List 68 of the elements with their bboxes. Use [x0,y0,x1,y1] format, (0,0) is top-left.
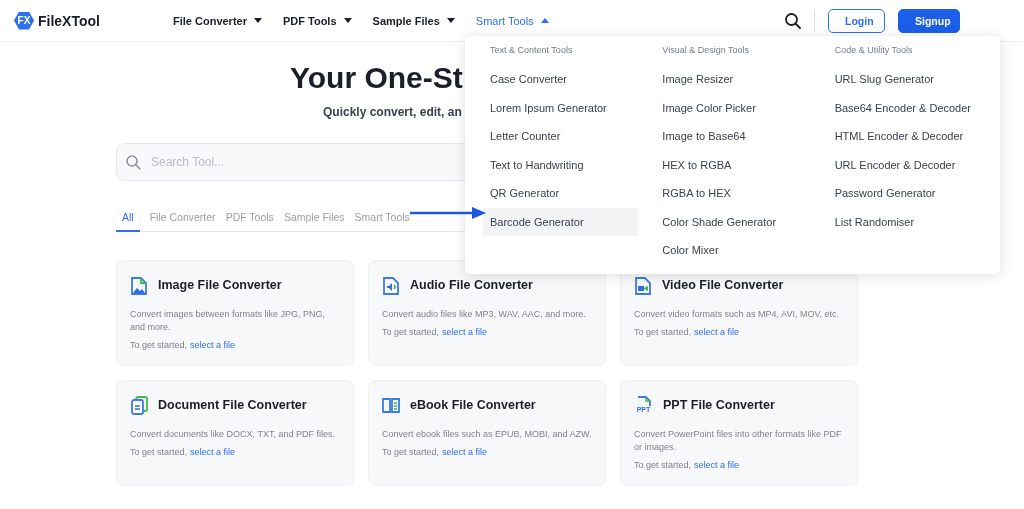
menu-item[interactable]: List Randomiser [827,207,983,236]
file-icon [130,395,148,415]
search-icon[interactable] [785,12,801,29]
card-prompt: To get started, [634,460,692,470]
menu-item[interactable]: URL Encoder & Decoder [827,150,983,179]
card-prompt: To get started, [634,327,692,337]
card-prompt: To get started, [382,447,440,457]
tool-card[interactable]: eBook File Converter Convert ebook files such as EPUB, MOBI, and AZW. To get started, select a file [368,380,606,486]
card-title: eBook File Converter [410,398,536,412]
select-file-link[interactable]: select a file [694,460,740,470]
select-file-link[interactable]: select a file [694,327,740,337]
menu-item[interactable]: Barcode Generator [483,207,638,236]
file-icon [382,275,400,295]
card-description: Convert audio files like MP3, WAV, AAC, and more. [382,308,587,321]
caret-icon [540,18,549,23]
card-title: Document File Converter [158,398,307,412]
menu-item[interactable]: Base64 Encoder & Decoder [827,93,983,122]
caret-icon [446,18,455,23]
login-button[interactable]: Login [828,8,885,33]
menu-item[interactable]: Text to Handwriting [483,150,638,179]
menu-item[interactable]: Image Color Picker [655,93,811,122]
tool-card[interactable]: Image File Converter Convert images between formats like JPG, PNG, and more. To get started, select a file [116,260,354,366]
card-description: Convert images between formats like JPG, PNG, and more. [130,308,327,334]
menu-heading: Text & Content Tools [489,45,574,57]
select-file-link[interactable]: select a file [190,340,236,350]
card-prompt: To get started, [130,340,188,350]
tool-card[interactable]: Audio File Converter Convert audio files like MP3, WAV, AAC, and more. To get started, select a file [368,260,606,366]
file-icon [130,275,148,295]
nav-link[interactable]: Sample Files [372,14,455,27]
file-icon [634,275,652,295]
card-title: PPT File Converter [663,398,775,412]
select-file-link[interactable]: select a file [442,447,488,457]
menu-heading: Code & Utility Tools [833,45,914,57]
nav-link[interactable]: File Converter [173,14,262,27]
menu-item[interactable]: Password Generator [827,179,983,208]
search-icon [126,155,141,170]
select-file-link[interactable]: select a file [190,447,236,457]
menu-item[interactable]: Color Shade Generator [655,207,811,236]
card-description: Convert PowerPoint files into other formats like PDF or images. [634,428,843,454]
menu-item[interactable]: URL Slug Generator [827,65,983,94]
logo-badge[interactable]: FX [14,11,34,30]
filter-tab[interactable]: All [116,211,140,232]
menu-item[interactable]: Case Converter [483,65,638,94]
select-file-link[interactable]: select a file [442,327,488,337]
hero-subtitle: Quickly convert, edit, an [323,104,462,120]
card-prompt: To get started, [382,327,440,337]
nav-link[interactable]: Smart Tools [475,14,549,27]
book-icon [382,395,400,415]
menu-heading: Visual & Design Tools [661,45,751,57]
menu-item[interactable]: RGBA to HEX [655,179,811,208]
card-description: Convert documents like DOCX, TXT, and PDF files. [130,428,336,441]
card-title: Image File Converter [158,278,282,292]
tool-card[interactable]: Document File Converter Convert documents like DOCX, TXT, and PDF files. To get started, select a file [116,380,354,486]
card-title: Audio File Converter [410,278,533,292]
menu-item[interactable]: Lorem Ipsum Generator [483,93,638,122]
nav-link[interactable]: PDF Tools [282,14,352,27]
card-prompt: To get started, [130,447,188,457]
hero-title: Your One-St [290,60,463,96]
card-description: Convert video formats such as MP4, AVI, MOV, etc. [634,308,841,321]
menu-item[interactable]: Image Resizer [655,65,811,94]
signup-button[interactable]: Signup [898,8,960,33]
card-title: Video File Converter [662,278,784,292]
card-description: Convert ebook files such as EPUB, MOBI, and AZW. [382,428,592,441]
caret-icon [343,18,352,23]
logo-text[interactable]: FileXTool [38,12,100,29]
menu-item[interactable]: QR Generator [483,179,638,208]
menu-item[interactable]: HTML Encoder & Decoder [827,122,983,151]
caret-icon [253,18,262,23]
